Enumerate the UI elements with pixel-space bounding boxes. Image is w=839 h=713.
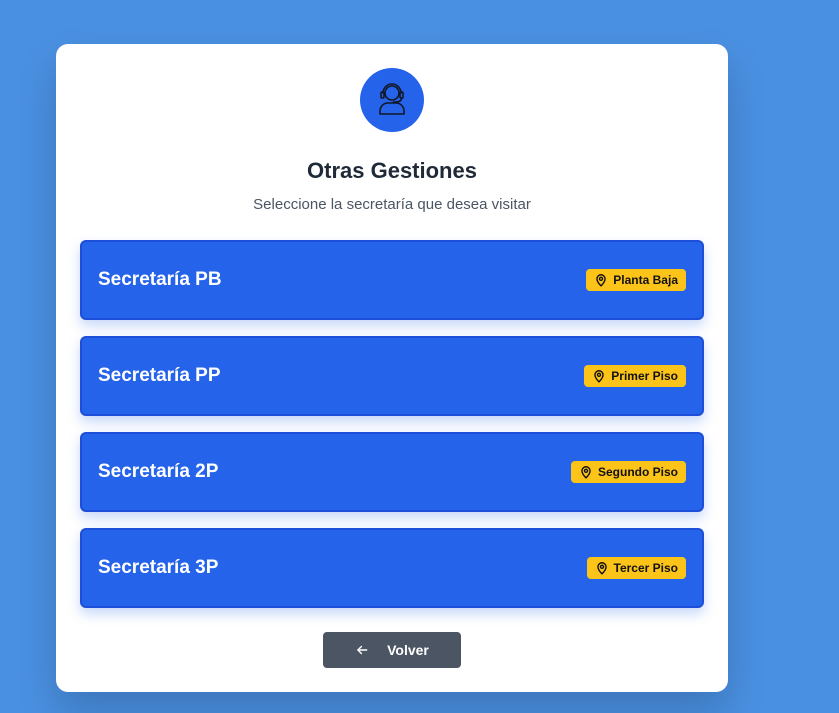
main-card: Otras Gestiones Seleccione la secretaría… <box>56 44 728 692</box>
back-button-label: Volver <box>387 642 429 658</box>
option-label: Secretaría PP <box>98 365 221 386</box>
map-pin-icon <box>594 273 608 287</box>
location-badge: Primer Piso <box>584 365 686 387</box>
map-pin-icon <box>595 561 609 575</box>
location-label: Planta Baja <box>613 273 678 287</box>
location-label: Tercer Piso <box>613 561 678 575</box>
option-label: Secretaría 2P <box>98 461 219 482</box>
location-label: Primer Piso <box>611 369 678 383</box>
page-title: Otras Gestiones <box>307 158 477 183</box>
arrow-left-icon <box>355 643 369 657</box>
option-label: Secretaría PB <box>98 269 222 290</box>
map-pin-icon <box>592 369 606 383</box>
location-label: Segundo Piso <box>597 465 678 479</box>
option-secretaria-3p[interactable]: Secretaría 3P Tercer Piso <box>80 528 704 608</box>
page-subtitle: Seleccione la secretaría que desea visit… <box>253 196 531 213</box>
location-badge: Tercer Piso <box>586 557 686 579</box>
support-agent-icon <box>372 78 412 123</box>
option-label: Secretaría 3P <box>98 557 219 578</box>
option-secretaria-pp[interactable]: Secretaría PP Primer Piso <box>80 336 704 416</box>
location-badge: Segundo Piso <box>570 461 686 483</box>
option-secretaria-pb[interactable]: Secretaría PB Planta Baja <box>80 240 704 320</box>
location-badge: Planta Baja <box>586 269 686 291</box>
back-button[interactable]: Volver <box>323 632 461 668</box>
map-pin-icon <box>579 465 593 479</box>
avatar <box>360 68 424 132</box>
option-secretaria-2p[interactable]: Secretaría 2P Segundo Piso <box>80 432 704 512</box>
